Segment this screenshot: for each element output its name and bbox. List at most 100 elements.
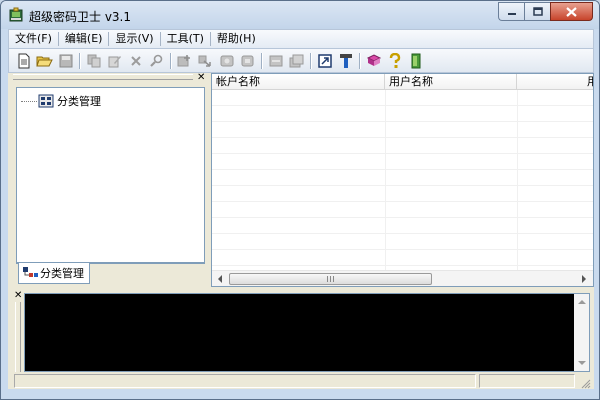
grid-row-line (212, 217, 593, 218)
edit-button[interactable] (104, 51, 125, 71)
save-button[interactable] (55, 51, 76, 71)
client-area: ✕ 分类管理 分类管理 帐户名称 用户名称 ✕ (8, 72, 594, 389)
help-button[interactable] (384, 51, 405, 71)
grid-row-line (212, 153, 593, 154)
scroll-right-button[interactable] (576, 271, 592, 286)
add-category-icon (177, 54, 190, 66)
maximize-icon (532, 7, 543, 16)
tab-label: 分类管理 (40, 267, 84, 280)
find-button[interactable] (146, 51, 167, 71)
scroll-thumb[interactable] (229, 273, 432, 285)
refresh-icon (220, 55, 233, 66)
save-icon (59, 54, 72, 67)
title-bar[interactable]: 超级密码卫士 v3.1 (1, 1, 599, 29)
minimize-button[interactable] (498, 2, 524, 21)
output-close-icon[interactable]: ✕ (14, 290, 22, 301)
menu-tools[interactable]: 工具(T) (161, 30, 210, 48)
grid-row-line (212, 169, 593, 170)
toolbar-separator (79, 52, 80, 69)
new-doc-icon (18, 53, 29, 68)
grid-row-line (212, 137, 593, 138)
scroll-down-button[interactable] (574, 355, 589, 371)
output-gripper[interactable] (15, 302, 21, 372)
grid-column-line (385, 90, 386, 270)
menu-view[interactable]: 显示(V) (109, 30, 159, 48)
export-button[interactable] (314, 51, 335, 71)
collapse-button[interactable] (265, 51, 286, 71)
paste-icon (241, 55, 253, 66)
exit-button[interactable] (405, 51, 426, 71)
toolbar-separator (359, 52, 360, 69)
delete-button[interactable] (125, 51, 146, 71)
category-tree-icon (23, 267, 38, 277)
grid-row-line (212, 233, 593, 234)
resize-grip-icon[interactable] (579, 377, 591, 389)
column-header-account-name[interactable]: 帐户名称 (212, 74, 385, 90)
grid-row-line (212, 201, 593, 202)
category-pane: ✕ 分类管理 分类管理 (11, 72, 210, 287)
tree-node-root[interactable]: 分类管理 (21, 93, 101, 109)
output-console[interactable] (24, 293, 590, 372)
tab-category-management[interactable]: 分类管理 (18, 263, 90, 284)
expand-button[interactable] (286, 51, 307, 71)
list-header: 帐户名称 用户名称 用户 (212, 74, 593, 90)
tree-line (21, 100, 37, 102)
scroll-up-icon (577, 300, 586, 304)
open-button[interactable] (34, 51, 55, 71)
pane-tab-strip: 分类管理 (16, 263, 205, 285)
menu-file[interactable]: 文件(F) (9, 30, 58, 48)
export-icon (317, 53, 332, 68)
menu-bar: 文件(F) 编辑(E) 显示(V) 工具(T) 帮助(H) (8, 29, 594, 49)
grip-icon (327, 276, 334, 282)
book-icon (366, 53, 381, 66)
maximize-button[interactable] (524, 2, 550, 21)
column-header-user-name[interactable]: 用户名称 (385, 74, 517, 90)
scroll-left-button[interactable] (212, 271, 228, 286)
delete-icon (130, 55, 141, 66)
scroll-up-button[interactable] (574, 294, 589, 310)
status-bar (11, 373, 591, 389)
horizontal-scrollbar[interactable] (212, 270, 593, 286)
move-button[interactable] (195, 51, 216, 71)
grid-row-line (212, 265, 593, 266)
vertical-scrollbar[interactable] (574, 294, 589, 371)
minimize-icon (507, 12, 516, 15)
refresh-button[interactable] (216, 51, 237, 71)
toolbar-separator (261, 52, 262, 69)
list-body[interactable] (212, 90, 593, 270)
tools-button[interactable] (335, 51, 356, 71)
new-button[interactable] (13, 51, 34, 71)
book-button[interactable] (363, 51, 384, 71)
scroll-right-icon (582, 275, 586, 283)
tools-icon (339, 53, 352, 68)
grid-column-line (517, 90, 518, 270)
close-button[interactable] (550, 2, 593, 21)
move-icon (198, 55, 211, 67)
toolbar-separator (170, 52, 171, 69)
scroll-down-icon (577, 361, 586, 365)
status-cell-secondary (479, 374, 575, 388)
exit-icon (411, 53, 420, 68)
copy-button[interactable] (83, 51, 104, 71)
pane-close-icon[interactable]: ✕ (197, 72, 205, 83)
open-folder-icon (36, 56, 53, 66)
toolbar-separator (310, 52, 311, 69)
menu-help[interactable]: 帮助(H) (211, 30, 262, 48)
caption-buttons (498, 2, 593, 21)
account-list[interactable]: 帐户名称 用户名称 用户 (211, 73, 594, 287)
grid-row-line (212, 185, 593, 186)
expand-icon (289, 54, 304, 67)
column-header-user[interactable]: 用户 (517, 74, 593, 90)
add-category-button[interactable] (174, 51, 195, 71)
pane-gripper[interactable] (13, 74, 193, 80)
edit-icon (108, 55, 121, 67)
window-title: 超级密码卫士 v3.1 (29, 10, 132, 24)
grid-row-line (212, 105, 593, 106)
grid-row-line (212, 249, 593, 250)
menu-edit[interactable]: 编辑(E) (59, 30, 109, 48)
category-tree[interactable]: 分类管理 (16, 87, 205, 263)
paste-button[interactable] (237, 51, 258, 71)
tree-node-label: 分类管理 (57, 95, 101, 108)
find-icon (149, 54, 162, 67)
main-window: 超级密码卫士 v3.1 文件(F) 编辑(E) 显示(V) 工具(T) 帮助(H… (0, 0, 600, 400)
